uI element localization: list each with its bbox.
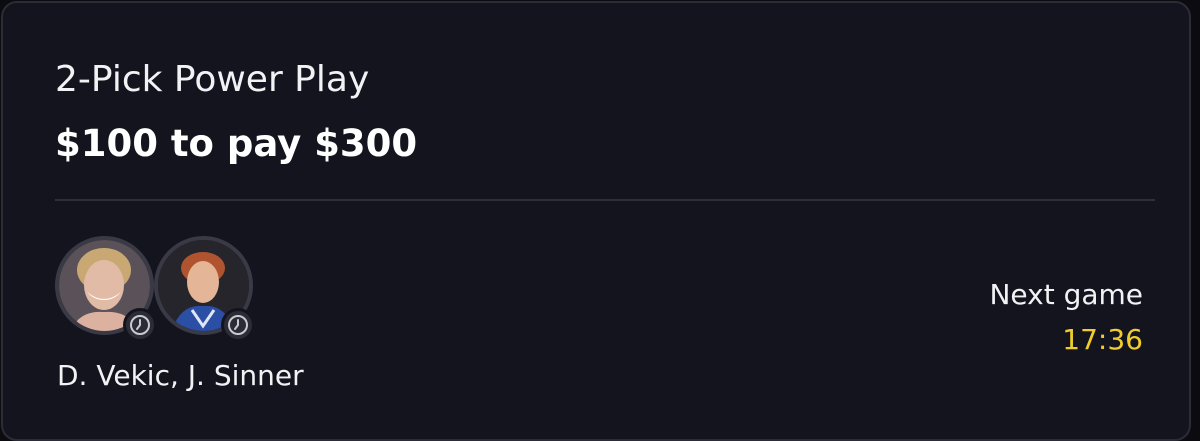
next-game-label: Next game <box>989 278 1143 311</box>
bet-card[interactable]: 2-Pick Power Play $100 to pay $300 D. Ve… <box>1 1 1191 441</box>
divider <box>55 199 1155 201</box>
bet-payout: $100 to pay $300 <box>55 122 418 165</box>
next-game-time: 17:36 <box>1062 323 1143 356</box>
clock-icon <box>123 308 157 342</box>
player-names: D. Vekic, J. Sinner <box>57 359 304 392</box>
bet-title: 2-Pick Power Play <box>55 59 370 100</box>
clock-icon <box>221 308 255 342</box>
